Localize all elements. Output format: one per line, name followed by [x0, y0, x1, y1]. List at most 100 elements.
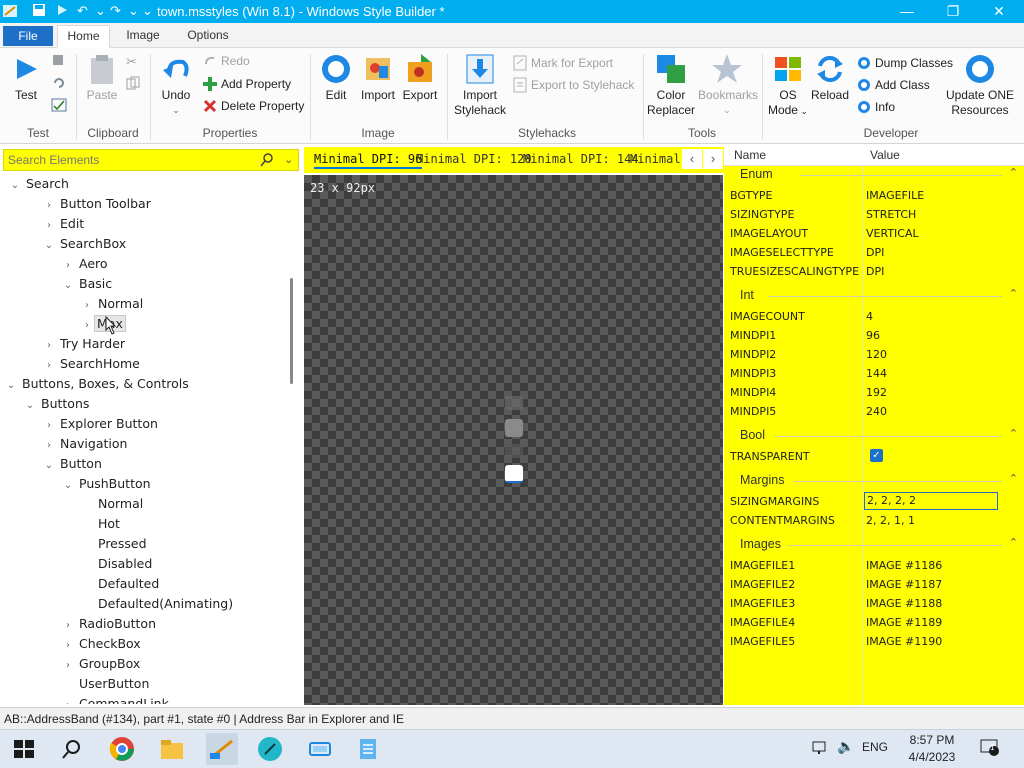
tab-home[interactable]: Home [57, 25, 110, 48]
windows-start-icon[interactable] [10, 735, 38, 763]
cut-icon[interactable]: ✂ [126, 54, 137, 70]
mark-for-export-button[interactable]: Mark for Export [512, 54, 613, 72]
update-one-resources-button[interactable]: Update ONE Resources [944, 52, 1016, 118]
chevron-icon[interactable]: ⌄ [4, 376, 18, 396]
import-image-button[interactable]: Import [359, 52, 397, 103]
property-row[interactable]: TRUESIZESCALINGTYPE DPI [724, 262, 1024, 281]
tree-item[interactable]: › Button Toolbar [42, 194, 151, 214]
tree-item[interactable]: › CheckBox [61, 634, 141, 654]
tree-item[interactable]: › Explorer Button [42, 414, 158, 434]
chevron-down-icon[interactable]: ⌄ [284, 153, 293, 166]
property-row[interactable]: IMAGEFILE4 IMAGE #1189 [724, 613, 1024, 632]
maximize-button[interactable]: ❐ [930, 1, 976, 23]
property-row[interactable]: IMAGEFILE5 IMAGE #1190 [724, 632, 1024, 651]
property-row[interactable]: IMAGEFILE2 IMAGE #1187 [724, 575, 1024, 594]
copy-icon[interactable] [126, 76, 140, 93]
chevron-icon[interactable]: › [42, 356, 56, 376]
chevron-icon[interactable]: › [61, 616, 75, 636]
minimize-button[interactable]: — [884, 1, 930, 23]
chevron-icon[interactable]: ⌄ [42, 236, 56, 256]
tree-item[interactable]: › Edit [42, 214, 84, 234]
chevron-left-icon[interactable]: ‹ [682, 149, 702, 169]
collapse-icon[interactable]: ⌃ [1009, 536, 1018, 549]
style-builder-icon[interactable] [206, 733, 238, 765]
tree-item[interactable]: Disabled [80, 554, 152, 574]
dump-classes-button[interactable]: Dump Classes [856, 54, 953, 72]
chevron-right-icon[interactable]: › [703, 149, 723, 169]
tree-item[interactable]: ⌄ PushButton [61, 474, 151, 494]
volume-icon[interactable]: 🔈 [837, 738, 854, 755]
category-images[interactable]: Images ⌃ [724, 536, 1024, 554]
property-row[interactable]: IMAGECOUNT 4 [724, 307, 1024, 326]
property-row[interactable]: MINDPI5 240 [724, 402, 1024, 421]
collapse-icon[interactable]: ⌃ [1009, 287, 1018, 300]
tab-dpi-144[interactable]: Minimal DPI: 144 [523, 152, 639, 166]
collapse-icon[interactable]: ⌃ [1009, 427, 1018, 440]
undo-icon[interactable]: ↶ [77, 3, 88, 19]
add-class-button[interactable]: Add Class [856, 76, 930, 94]
chevron-icon[interactable]: › [61, 696, 75, 704]
undo-button[interactable]: Undo ⌄ [158, 52, 194, 118]
property-row[interactable]: IMAGESELECTTYPE DPI [724, 243, 1024, 262]
chevron-icon[interactable]: › [80, 296, 94, 316]
tree-item[interactable]: Normal [80, 494, 143, 514]
customize-icon[interactable]: ⌄ [142, 3, 153, 19]
image-preview-canvas[interactable]: 23 x 92px [304, 175, 723, 705]
save-icon[interactable] [32, 3, 46, 20]
tab-options[interactable]: Options [180, 25, 236, 47]
tree-item[interactable]: ⌄ Buttons [23, 394, 90, 414]
tree-item[interactable]: ⌄ Buttons, Boxes, & Controls [4, 374, 189, 394]
tree-item[interactable]: › Normal [80, 294, 143, 314]
language-indicator[interactable]: ENG [862, 740, 888, 754]
search-icon[interactable] [58, 735, 86, 763]
category-bool[interactable]: Bool ⌃ [724, 427, 1024, 445]
notepad-icon[interactable] [354, 735, 382, 763]
tree-item[interactable]: ⌄ SearchBox [42, 234, 126, 254]
redo-dropdown-icon[interactable]: ⌄ [128, 3, 139, 19]
property-row[interactable]: MINDPI4 192 [724, 383, 1024, 402]
tree-item[interactable]: Pressed [80, 534, 147, 554]
chevron-icon[interactable]: ⌄ [8, 176, 22, 196]
chrome-icon[interactable] [108, 735, 136, 763]
chevron-icon[interactable]: ⌄ [42, 456, 56, 476]
property-row[interactable]: CONTENTMARGINS 2, 2, 1, 1 [724, 511, 1024, 530]
tree-item[interactable]: Defaulted(Animating) [80, 594, 233, 614]
tree-item[interactable]: › Navigation [42, 434, 127, 454]
info-button[interactable]: Info [856, 98, 895, 116]
chevron-icon[interactable]: › [61, 656, 75, 676]
export-image-button[interactable]: Export [400, 52, 440, 103]
tree-item[interactable]: Hot [80, 514, 120, 534]
collapse-icon[interactable]: ⌃ [1009, 166, 1018, 179]
chevron-icon[interactable]: ⌄ [61, 476, 75, 496]
pen-app-icon[interactable] [256, 735, 284, 763]
chevron-icon[interactable]: › [61, 256, 75, 276]
tree-item[interactable]: › Aero [61, 254, 108, 274]
os-mode-button[interactable]: OS Mode ⌄ [766, 52, 810, 119]
delete-property-button[interactable]: Delete Property [202, 97, 304, 115]
property-row[interactable]: IMAGELAYOUT VERTICAL [724, 224, 1024, 243]
file-explorer-icon[interactable] [158, 735, 186, 763]
stop-icon[interactable] [52, 54, 64, 69]
tree-item[interactable]: ⌄ Search [8, 174, 69, 194]
notification-icon[interactable]: 1 [980, 739, 1000, 760]
clock[interactable]: 8:57 PM 4/4/2023 [900, 732, 964, 766]
tree-item[interactable]: › RadioButton [61, 614, 156, 634]
category-enum[interactable]: Enum ⌃ [724, 166, 1024, 184]
tree-item[interactable]: UserButton [61, 674, 149, 694]
property-row[interactable]: SIZINGMARGINS 2, 2, 2, 2 [724, 492, 1024, 511]
chevron-icon[interactable]: › [42, 216, 56, 236]
property-row[interactable]: IMAGEFILE3 IMAGE #1188 [724, 594, 1024, 613]
tree-item[interactable]: ⌄ Basic [61, 274, 112, 294]
redo-icon[interactable]: ↷ [110, 3, 121, 19]
color-replacer-button[interactable]: Color Replacer [646, 52, 696, 118]
reload-button[interactable]: Reload [810, 52, 850, 103]
property-row[interactable]: TRANSPARENT ✓ [724, 447, 1024, 466]
tab-dpi-96[interactable]: Minimal DPI: 96 [314, 152, 423, 169]
transparent-checkbox[interactable]: ✓ [870, 449, 883, 462]
tab-file[interactable]: File [3, 26, 53, 46]
chevron-icon[interactable]: › [61, 636, 75, 656]
chevron-icon[interactable]: › [42, 196, 56, 216]
app-icon[interactable] [2, 3, 18, 22]
tree-item[interactable]: › GroupBox [61, 654, 140, 674]
search-icon[interactable] [260, 152, 274, 168]
